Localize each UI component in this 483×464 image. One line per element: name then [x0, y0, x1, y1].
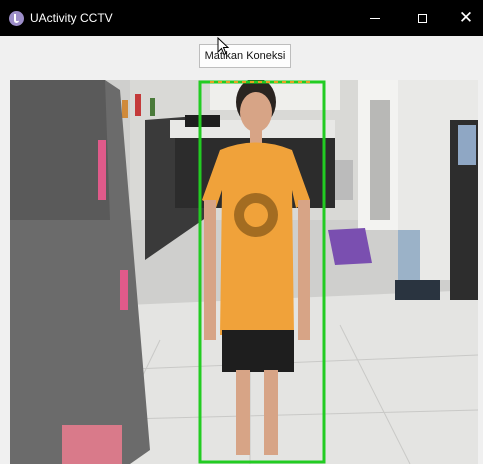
maximize-button[interactable] — [400, 0, 444, 36]
title-bar: UActivity CCTV ✕ — [0, 0, 483, 36]
camera-frame-image — [10, 80, 478, 464]
minimize-button[interactable] — [353, 0, 397, 36]
close-button[interactable]: ✕ — [444, 0, 483, 36]
window-title: UActivity CCTV — [30, 11, 113, 25]
maximize-icon — [417, 13, 427, 23]
close-icon: ✕ — [458, 7, 474, 28]
toolbar: Matikan Koneksi — [0, 36, 483, 80]
mouse-cursor-icon — [217, 37, 230, 56]
minimize-icon — [370, 17, 380, 19]
app-icon — [9, 11, 24, 26]
cctv-video-feed — [10, 80, 478, 464]
disconnect-button[interactable]: Matikan Koneksi — [199, 44, 291, 68]
